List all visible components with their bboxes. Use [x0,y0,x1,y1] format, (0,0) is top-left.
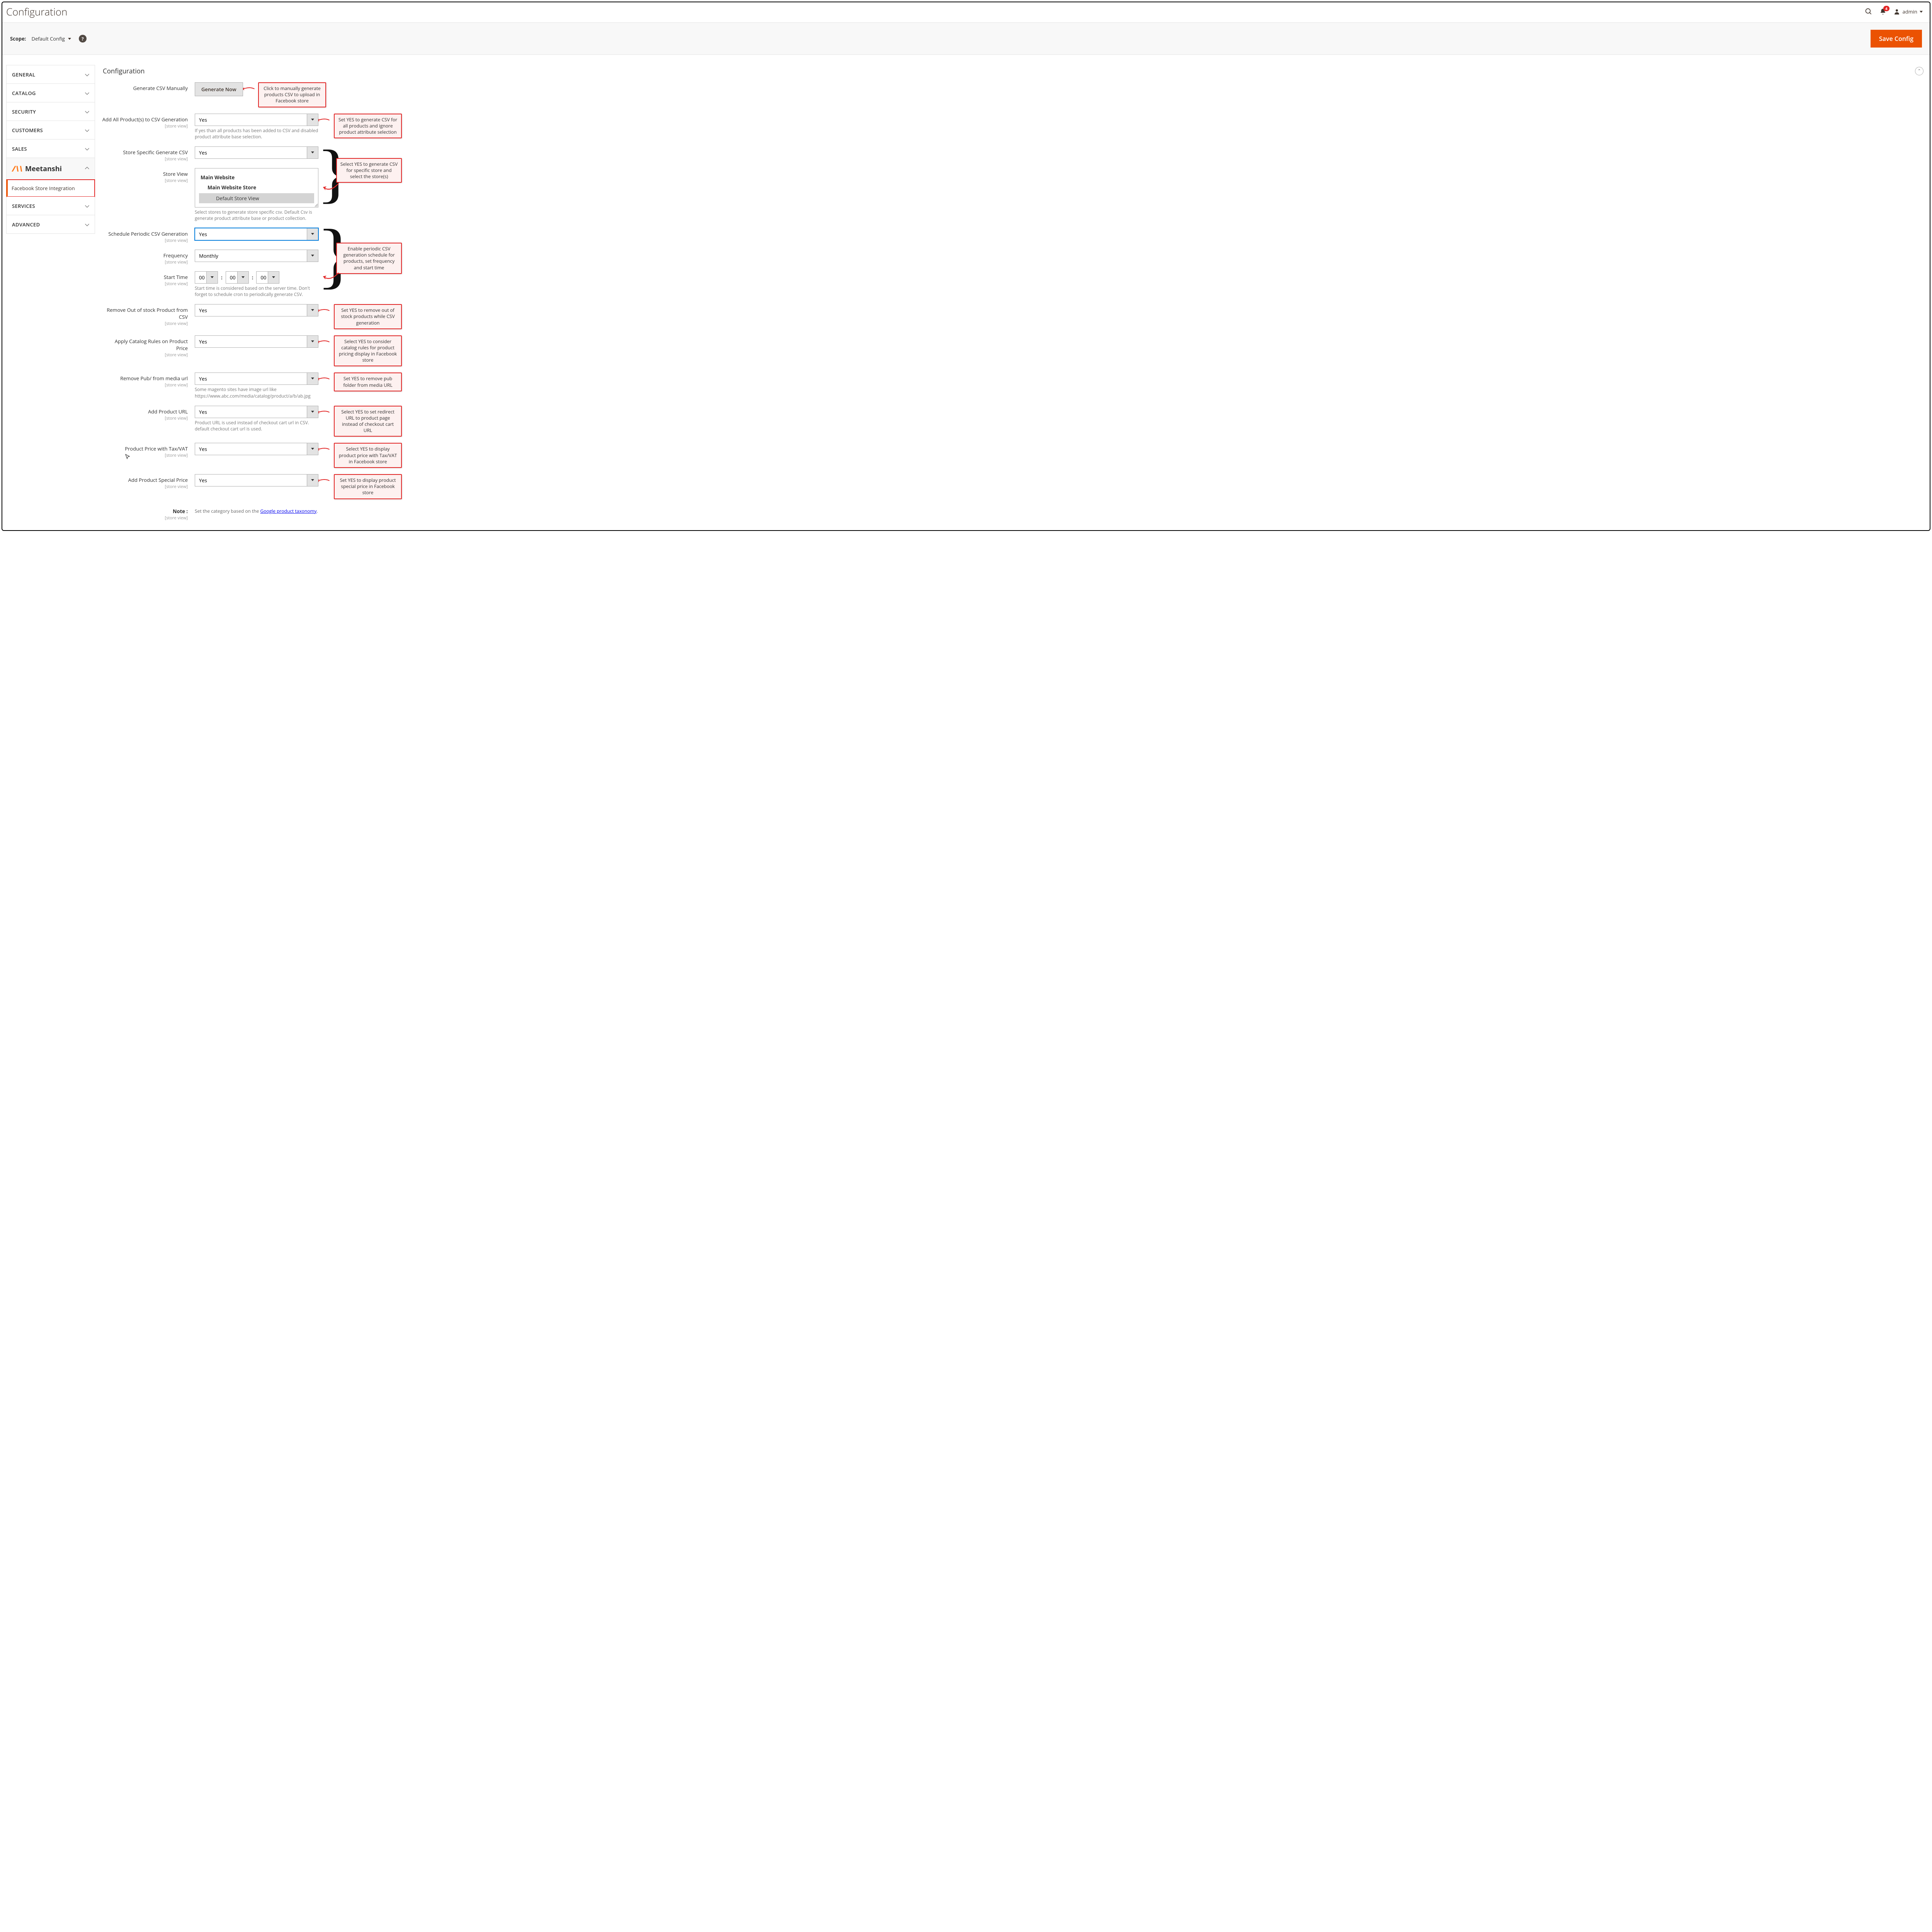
notification-badge: 4 [1883,6,1889,11]
page-title: Configuration [6,5,1865,19]
label-product-url: Add Product URL [148,408,188,415]
meetanshi-logo: /\\Meetanshi [12,163,62,174]
label-special-price: Add Product Special Price [128,476,188,483]
sidebar-item-meetanshi[interactable]: /\\Meetanshi ⌵ [7,158,95,180]
store-view-box[interactable]: Main Website Main Website Store Default … [195,168,318,207]
config-sidebar: GENERAL⌵ CATALOG⌵ SECURITY⌵ CUSTOMERS⌵ S… [6,65,95,234]
label-schedule: Schedule Periodic CSV Generation [108,230,188,237]
chevron-up-icon: ⌵ [85,165,89,172]
caret-down-icon [68,38,71,40]
select-product-url[interactable]: Yes [195,406,318,418]
sidebar-item-catalog[interactable]: CATALOG⌵ [7,84,95,102]
label-tax: Product Price with Tax/VAT [125,445,188,452]
sidebar-item-customers[interactable]: CUSTOMERS⌵ [7,121,95,139]
select-minute[interactable]: 00 [226,271,249,284]
callout-add-all: Set YES to generate CSV for all products… [334,114,402,139]
label-note: Note : [173,508,188,515]
select-add-all[interactable]: Yes [195,114,318,126]
note-store-view: Select stores to generate store specific… [195,209,318,222]
chevron-down-icon: ⌵ [85,145,89,152]
callout-catalog-rules: Select YES to consider catalog rules for… [334,335,402,367]
bell-icon[interactable]: 4 [1879,8,1886,15]
search-icon[interactable] [1865,8,1872,15]
label-catalog-rules: Apply Catalog Rules on Product Price [115,338,188,352]
callout-schedule-group: Enable periodic CSV generation schedule … [336,243,402,274]
generate-now-button[interactable]: Generate Now [195,82,243,96]
collapse-icon[interactable]: ⌃ [1915,67,1923,75]
help-icon[interactable]: ? [79,35,87,43]
store-view-option[interactable]: Default Store View [199,193,314,203]
select-hour[interactable]: 00 [195,271,218,284]
callout-generate-csv: Click to manually generate products CSV … [258,82,326,107]
user-name: admin [1903,8,1917,15]
sidebar-item-advanced[interactable]: ADVANCED⌵ [7,215,95,233]
select-frequency[interactable]: Monthly [195,250,318,262]
chevron-down-icon: ⌵ [85,108,89,115]
note-product-url: Product URL is used instead of checkout … [195,420,318,432]
callout-remove-pub: Set YES to remove pub folder from media … [334,372,402,391]
note-start-time: Start time is considered based on the se… [195,286,318,298]
select-special-price[interactable]: Yes [195,474,318,486]
save-config-button[interactable]: Save Config [1871,30,1922,48]
google-taxonomy-link[interactable]: Google product taxonomy [260,508,317,514]
sidebar-item-general[interactable]: GENERAL⌵ [7,65,95,84]
note-remove-pub: Some magento sites have image url like h… [195,387,318,399]
callout-remove-oos: Set YES to remove out of stock products … [334,304,402,329]
chevron-down-icon: ⌵ [85,202,89,209]
select-schedule[interactable]: Yes [195,228,318,240]
label-generate-csv: Generate CSV Manually [133,85,188,92]
callout-special-price: Set YES to display product special price… [334,474,402,499]
select-tax[interactable]: Yes [195,443,318,455]
note-add-all: If yes than all products has been added … [195,128,318,140]
select-catalog-rules[interactable]: Yes [195,335,318,348]
label-remove-pub: Remove Pub/ from media url [120,375,188,382]
callout-store-group: Select YES to generate CSV for specific … [336,158,402,183]
label-add-all: Add All Product(s) to CSV Generation [102,116,188,123]
section-title: Configuration [103,66,145,75]
label-start-time: Start Time [164,274,188,281]
sidebar-item-services[interactable]: SERVICES⌵ [7,197,95,215]
label-store-specific: Store Specific Generate CSV [123,149,188,156]
cursor-icon [124,454,131,461]
scope-selector[interactable]: Default Config [32,35,71,42]
sidebar-item-security[interactable]: SECURITY⌵ [7,102,95,121]
sidebar-item-sales[interactable]: SALES⌵ [7,139,95,158]
scope-label: Scope: [10,35,26,42]
select-second[interactable]: 00 [256,271,279,284]
label-frequency: Frequency [163,252,188,259]
select-store-specific[interactable]: Yes [195,146,318,159]
select-remove-oos[interactable]: Yes [195,304,318,316]
sidebar-subitem-facebook-store[interactable]: Facebook Store Integration [6,179,95,197]
label-remove-oos: Remove Out of stock Product from CSV [107,306,188,320]
store-website[interactable]: Main Website [199,173,314,182]
chevron-down-icon: ⌵ [85,126,89,134]
caret-down-icon [1920,11,1923,13]
label-store-view: Store View [163,170,188,177]
chevron-down-icon: ⌵ [85,89,89,97]
chevron-down-icon: ⌵ [85,221,89,228]
scope-value: Default Config [32,35,65,42]
chevron-down-icon: ⌵ [85,71,89,78]
select-remove-pub[interactable]: Yes [195,372,318,385]
note-text: Set the category based on the [195,508,260,514]
callout-tax: Select YES to display product price with… [334,443,402,468]
store-group[interactable]: Main Website Store [199,183,314,192]
user-menu[interactable]: admin [1893,8,1923,15]
callout-product-url: Select YES to set redirect URL to produc… [334,406,402,437]
